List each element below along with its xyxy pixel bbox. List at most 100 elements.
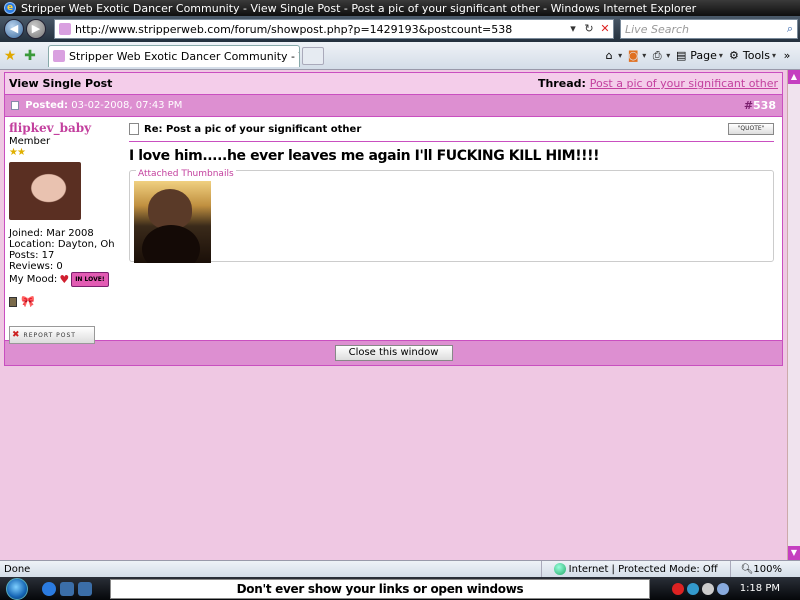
posted-label: Posted:	[25, 100, 69, 111]
post-number-link[interactable]: #538	[744, 99, 776, 112]
report-icon: ✖	[12, 330, 21, 340]
system-tray: 1:18 PM	[671, 582, 800, 595]
forward-button-icon[interactable]: ▶	[26, 19, 46, 39]
desktop-quicklaunch-icon[interactable]	[60, 581, 74, 596]
site-favicon-icon	[59, 23, 71, 35]
home-button[interactable]: ⌂ ▾	[602, 48, 623, 63]
status-text: Done	[4, 563, 31, 575]
thread-link[interactable]: Post a pic of your significant other	[590, 77, 778, 90]
user-stats: Joined: Mar 2008 Location: Dayton, Oh Po…	[9, 228, 119, 287]
pink-ribbon-icon: 🎀	[21, 295, 35, 308]
favorites-star-icon[interactable]: ★	[0, 48, 20, 64]
username-link[interactable]: flipkev_baby	[9, 121, 119, 135]
page-dropdown-icon: ▾	[718, 51, 723, 60]
tray-messenger-icon[interactable]	[686, 582, 699, 595]
post-body-row: flipkev_baby Member ★★ Joined: Mar 2008 …	[5, 117, 782, 344]
user-info-panel: flipkev_baby Member ★★ Joined: Mar 2008 …	[5, 117, 123, 344]
attached-thumbnails-box: Attached Thumbnails	[129, 169, 774, 263]
mood-badge: IN LOVE!	[71, 272, 109, 287]
post-icon	[129, 123, 139, 135]
tab-active[interactable]: Stripper Web Exotic Dancer Community - V…	[48, 44, 300, 67]
print-dropdown-icon[interactable]: ▾	[666, 51, 670, 60]
add-favorites-icon[interactable]: ✚	[20, 48, 40, 64]
posted-date: 03-02-2008, 07:43 PM	[71, 100, 183, 111]
post-message: I love him.....he ever leaves me again I…	[129, 148, 600, 164]
quick-launch	[42, 581, 92, 596]
post-number-prefix: #	[743, 99, 754, 112]
attachment-thumbnail[interactable]	[134, 181, 211, 263]
address-dropdown-icon[interactable]: ▾	[565, 21, 581, 37]
gear-icon: ⚙	[728, 48, 739, 62]
toolbar-chevron[interactable]: »	[780, 49, 794, 63]
print-icon: ⎙	[652, 48, 662, 62]
page-title: View Single Post	[9, 77, 113, 90]
tools-menu-button[interactable]: ⚙ Tools ▾	[727, 49, 776, 63]
post-content: Re: Post a pic of your significant other…	[123, 117, 782, 340]
new-tab-button[interactable]	[302, 46, 324, 65]
search-icon[interactable]: ⌕	[787, 22, 797, 36]
user-posts: Posts: 17	[9, 250, 55, 261]
address-bar[interactable]: http://www.stripperweb.com/forum/showpos…	[54, 19, 614, 39]
vertical-scrollbar[interactable]: ▲ ▼	[787, 70, 800, 560]
rss-feed-icon: ◙	[627, 48, 639, 62]
post-title-wrap: Re: Post a pic of your significant other	[129, 123, 361, 135]
ie-quicklaunch-icon[interactable]	[42, 581, 56, 596]
feeds-button[interactable]: ◙ ▾	[626, 49, 646, 63]
navigation-bar: ◀ ▶ http://www.stripperweb.com/forum/sho…	[0, 16, 800, 42]
tray-volume-icon[interactable]	[701, 582, 714, 595]
post-header-row: View Single Post Thread: Post a pic of y…	[5, 73, 782, 95]
scroll-up-icon[interactable]: ▲	[788, 70, 800, 84]
page-content: View Single Post Thread: Post a pic of y…	[0, 70, 787, 560]
back-button-icon[interactable]: ◀	[4, 19, 24, 39]
stop-icon[interactable]: ✕	[597, 21, 613, 37]
report-post-button[interactable]: ✖ REPORT POST	[9, 326, 95, 344]
switch-windows-icon[interactable]	[78, 581, 92, 596]
thread-label: Thread:	[537, 77, 586, 90]
user-joined: Joined: Mar 2008	[9, 228, 94, 239]
globe-icon	[553, 563, 566, 575]
address-url[interactable]: http://www.stripperweb.com/forum/showpos…	[75, 23, 565, 36]
user-rank-stars-icon: ★★	[9, 147, 26, 158]
window-title: Stripper Web Exotic Dancer Community - V…	[21, 1, 697, 15]
overlay-caption: Don't ever show your links or open windo…	[110, 578, 650, 599]
chevron-right-icon: »	[783, 48, 791, 62]
user-location: Location: Dayton, Oh	[9, 239, 115, 250]
page-menu-button[interactable]: ▤ Page ▾	[674, 49, 723, 63]
start-button-icon[interactable]	[6, 577, 28, 600]
zone-text: Internet | Protected Mode: Off	[568, 563, 718, 575]
tray-antivirus-icon[interactable]	[671, 582, 684, 595]
tab-command-bar: ★ ✚ Stripper Web Exotic Dancer Community…	[0, 42, 800, 70]
taskbar-clock[interactable]: 1:18 PM	[740, 583, 780, 594]
scroll-down-icon[interactable]: ▼	[788, 546, 800, 560]
report-post-label: REPORT POST	[23, 331, 76, 339]
page-menu-label: Page	[690, 49, 717, 62]
tab-favicon-icon	[53, 50, 65, 62]
mood-label: My Mood:	[9, 274, 58, 285]
ie-logo-icon: e	[4, 2, 16, 14]
thread-info: Thread: Post a pic of your significant o…	[538, 77, 778, 90]
page-icon: ▤	[676, 48, 687, 62]
user-mood: My Mood: ♥ IN LOVE!	[9, 272, 119, 287]
posted-info: Posted: 03-02-2008, 07:43 PM	[11, 100, 182, 111]
refresh-icon[interactable]: ↻	[581, 21, 597, 37]
search-placeholder: Live Search	[625, 22, 689, 36]
print-button[interactable]: ⎙ ▾	[650, 49, 670, 63]
tools-dropdown-icon: ▾	[771, 51, 776, 60]
post-document-icon	[11, 100, 19, 110]
security-zone[interactable]: Internet | Protected Mode: Off	[540, 561, 730, 577]
feeds-dropdown-icon[interactable]: ▾	[642, 51, 646, 60]
home-icon: ⌂	[605, 48, 613, 62]
quote-button[interactable]: "QUOTE"	[728, 123, 774, 135]
user-badge-icons: 🎀	[9, 295, 119, 308]
zoom-level[interactable]: 🔍︎ 100%	[729, 561, 800, 577]
home-dropdown-icon[interactable]: ▾	[618, 51, 622, 60]
window-title-bar: e Stripper Web Exotic Dancer Community -…	[0, 0, 800, 16]
tray-network-icon[interactable]	[716, 582, 729, 595]
avatar[interactable]	[9, 162, 81, 220]
single-post-table: View Single Post Thread: Post a pic of y…	[4, 72, 783, 366]
zoom-text: 100%	[753, 563, 782, 575]
book-icon	[9, 296, 17, 307]
close-window-button[interactable]: Close this window	[334, 345, 453, 361]
search-input[interactable]: Live Search ⌕	[620, 19, 798, 39]
status-bar: Done Internet | Protected Mode: Off 🔍︎ 1…	[0, 560, 800, 577]
